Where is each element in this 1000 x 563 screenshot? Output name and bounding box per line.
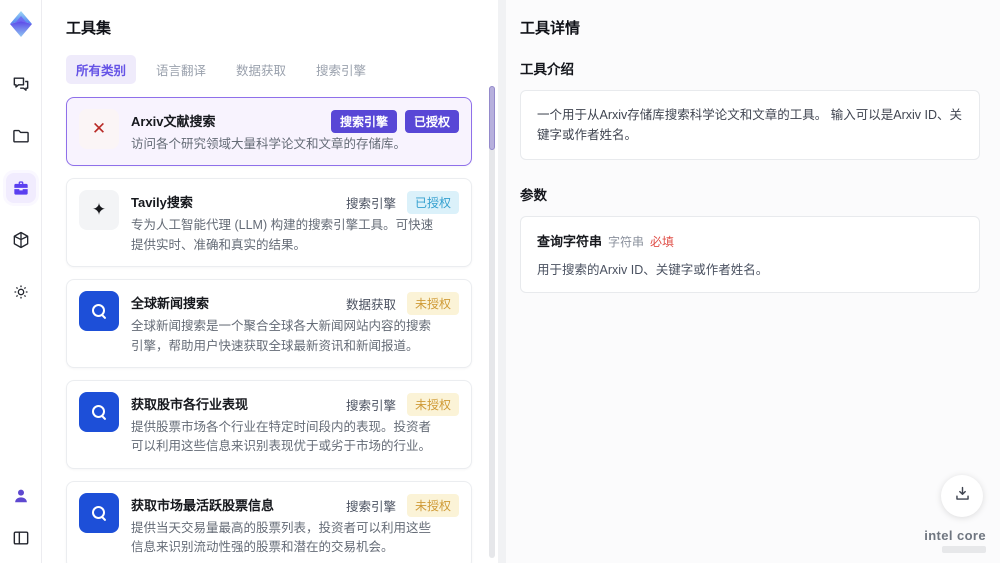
brand-watermark (942, 546, 986, 553)
param-type: 字符串 (608, 235, 645, 249)
tool-auth-badge: 已授权 (406, 191, 459, 215)
sidebar-item-files[interactable] (6, 121, 36, 151)
app-window: 工具集 所有类别 语言翻译 数据获取 搜索引擎 ✕ Arxiv文献搜索 访问各个… (0, 0, 1000, 563)
rail-bottom (6, 481, 36, 553)
download-icon (953, 484, 972, 508)
category-tab[interactable]: 数据获取 (226, 55, 296, 84)
brand-text: intel core (924, 528, 986, 543)
category-tab[interactable]: 搜索引擎 (306, 55, 376, 84)
tool-description: 全球新闻搜索是一个聚合全球各大新闻网站内容的搜索引擎，帮助用户快速获取全球最新资… (131, 319, 432, 353)
download-button[interactable] (941, 475, 983, 517)
rail-nav (5, 69, 36, 307)
tool-description: 提供股票市场各个行业在特定时间段内的表现。投资者可以利用这些信息来识别表现优于或… (131, 419, 432, 454)
page-title: 工具集 (66, 20, 112, 37)
param-row: 查询字符串 字符串 必填 用于搜索的Arxiv ID、关键字或作者姓名。 (537, 231, 963, 278)
param-name: 查询字符串 (537, 234, 603, 249)
params-box: 查询字符串 字符串 必填 用于搜索的Arxiv ID、关键字或作者姓名。 (520, 216, 980, 293)
tool-card[interactable]: ✕ Arxiv文献搜索 访问各个研究领域大量科学论文和文章的存储库。 搜索引擎 … (66, 97, 472, 167)
tool-auth-badge: 未授权 (406, 292, 459, 316)
gear-icon (11, 282, 31, 302)
param-required-flag: 必填 (650, 235, 675, 249)
user-avatar-button[interactable] (6, 481, 36, 511)
scrollbar-thumb[interactable] (489, 86, 495, 150)
detail-title: 工具详情 (520, 20, 581, 37)
intel-core-logo: intel core (924, 528, 986, 553)
tool-description: 提供当天交易量最高的股票列表，投资者可以利用这些信息来识别流动性强的股票和潜在的… (131, 520, 432, 554)
tool-card[interactable]: ✦ Tavily搜索 专为人工智能代理 (LLM) 构建的搜索引擎工具。可快速提… (66, 178, 472, 268)
tool-detail-panel: 工具详情 工具介绍 一个用于从Arxiv存储库搜索科学论文和文章的工具。 输入可… (506, 0, 1000, 563)
tool-category-label: 搜索引擎 (345, 398, 396, 413)
arxiv-icon: ✕ (79, 109, 119, 149)
panel-icon (11, 528, 31, 548)
news-search-icon (79, 391, 119, 432)
briefcase-icon (11, 178, 31, 198)
tool-auth-badge: 未授权 (406, 493, 459, 517)
tool-list: ✕ Arxiv文献搜索 访问各个研究领域大量科学论文和文章的存储库。 搜索引擎 … (66, 97, 488, 563)
news-search-icon (79, 291, 119, 332)
icon-rail (0, 0, 42, 563)
user-icon (11, 486, 31, 506)
tool-category-label: 数据获取 (345, 298, 396, 313)
cube-icon (11, 230, 31, 250)
intro-text: 一个用于从Arxiv存储库搜索科学论文和文章的工具。 输入可以是Arxiv ID… (537, 108, 963, 142)
category-tabs: 所有类别 语言翻译 数据获取 搜索引擎 (66, 55, 488, 84)
collapse-panel-button[interactable] (6, 523, 36, 553)
intro-heading: 工具介绍 (520, 62, 574, 77)
tool-category-label: 搜索引擎 (330, 110, 397, 133)
tavily-star-icon: ✦ (79, 190, 119, 231)
sidebar-item-chat[interactable] (6, 69, 36, 99)
sidebar-item-models[interactable] (6, 225, 36, 255)
params-heading: 参数 (520, 188, 547, 203)
news-search-icon (79, 492, 119, 533)
tool-card[interactable]: 全球新闻搜索 全球新闻搜索是一个聚合全球各大新闻网站内容的搜索引擎，帮助用户快速… (66, 279, 472, 368)
tool-description: 访问各个研究领域大量科学论文和文章的存储库。 (131, 137, 407, 151)
category-tab[interactable]: 所有类别 (66, 55, 137, 84)
tool-category-label: 搜索引擎 (345, 197, 396, 212)
sidebar-item-settings[interactable] (6, 277, 36, 307)
category-tab[interactable]: 语言翻译 (146, 55, 216, 84)
folder-icon (11, 126, 31, 146)
app-logo-icon (6, 9, 36, 39)
intro-box: 一个用于从Arxiv存储库搜索科学论文和文章的工具。 输入可以是Arxiv ID… (520, 90, 980, 160)
chat-icon (11, 74, 31, 94)
param-description: 用于搜索的Arxiv ID、关键字或作者姓名。 (537, 263, 769, 277)
list-scrollbar (489, 86, 495, 558)
tool-card[interactable]: 获取市场最活跃股票信息 提供当天交易量最高的股票列表，投资者可以利用这些信息来识… (66, 480, 472, 563)
toolset-panel: 工具集 所有类别 语言翻译 数据获取 搜索引擎 ✕ Arxiv文献搜索 访问各个… (42, 0, 498, 563)
tool-auth-badge: 未授权 (406, 392, 459, 416)
tool-description: 专为人工智能代理 (LLM) 构建的搜索引擎工具。可快速提供实时、准确和真实的结… (131, 218, 434, 252)
tool-card[interactable]: 获取股市各行业表现 提供股票市场各个行业在特定时间段内的表现。投资者可以利用这些… (66, 379, 472, 469)
tool-auth-badge: 已授权 (404, 110, 459, 133)
sidebar-item-toolbox[interactable] (5, 173, 36, 203)
tool-category-label: 搜索引擎 (345, 499, 396, 514)
